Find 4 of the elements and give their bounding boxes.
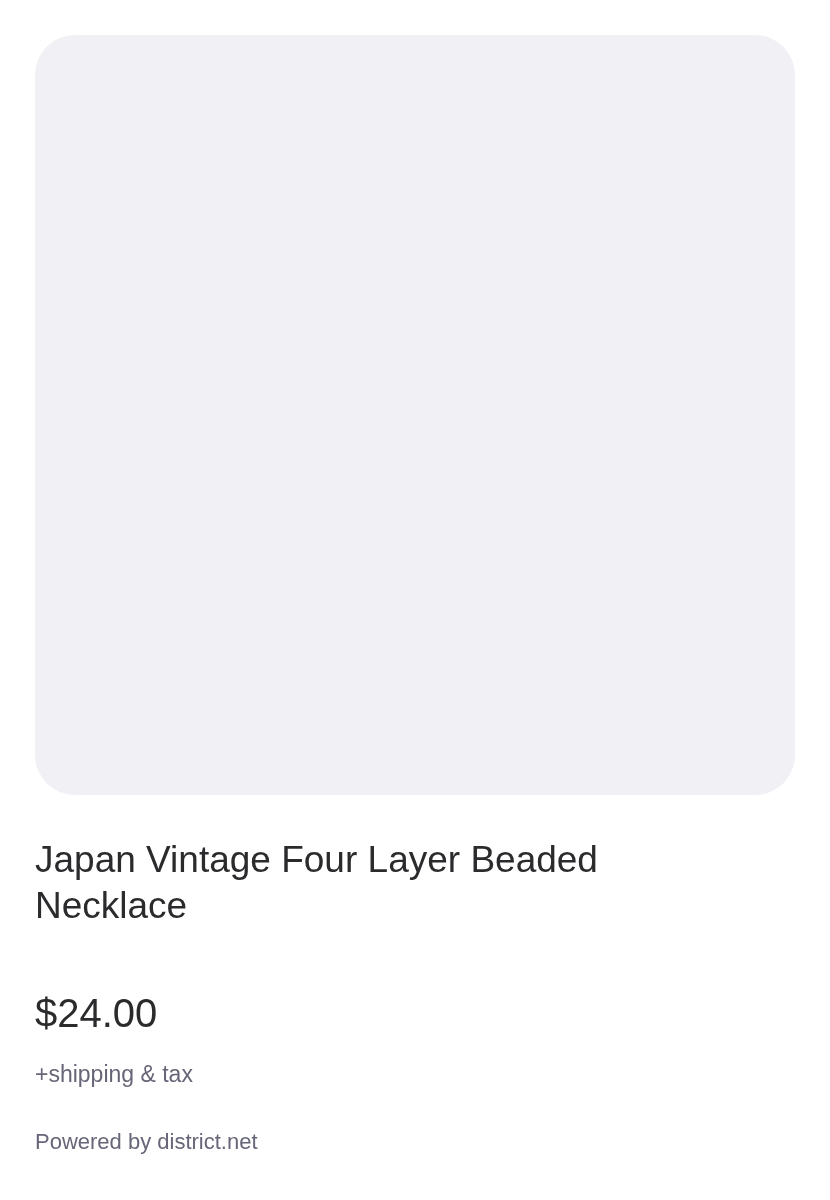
product-price: $24.00 [35, 990, 159, 1037]
product-title: Japan Vintage Four Layer Beaded Necklace [35, 838, 599, 928]
powered-by-text: Powered by district.net [35, 1128, 259, 1156]
price-note: +shipping & tax [35, 1060, 194, 1089]
